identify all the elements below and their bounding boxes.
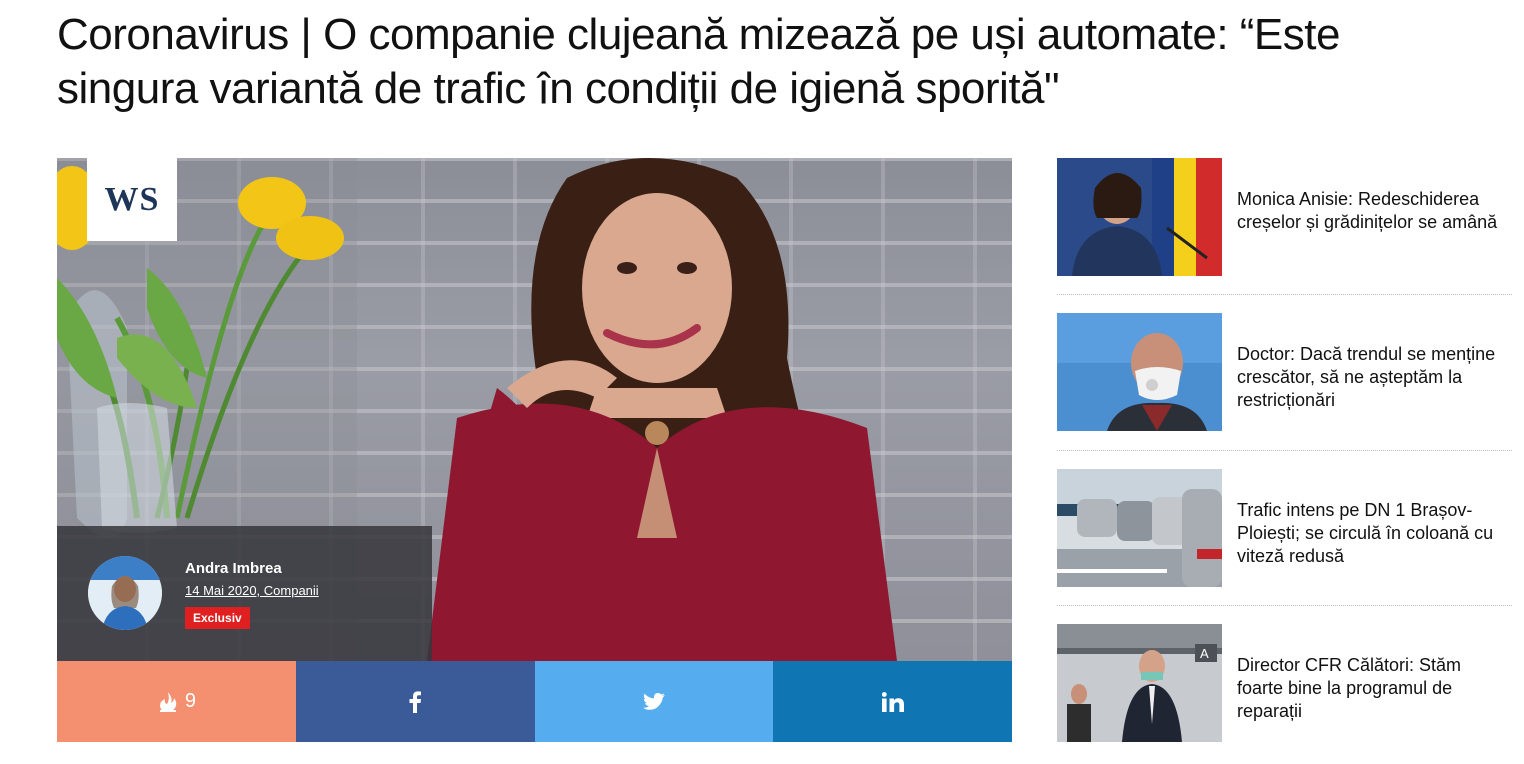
related-article[interactable]: Trafic intens pe DN 1 Brașov-Ploiești; s… <box>1057 469 1512 587</box>
related-article-thumbnail[interactable] <box>1057 469 1222 587</box>
facebook-icon <box>409 690 422 713</box>
linkedin-share-button[interactable] <box>773 661 1012 742</box>
related-article-title[interactable]: Director CFR Călători: Stăm foarte bine … <box>1237 654 1512 723</box>
twitter-icon <box>642 692 665 710</box>
flame-icon <box>159 691 177 712</box>
article-headline: Coronavirus | O companie clujeană mizeaz… <box>57 10 1340 113</box>
author-panel: Andra Imbrea 14 Mai 2020, Companii Exclu… <box>57 526 432 661</box>
facebook-share-button[interactable] <box>295 661 535 742</box>
linkedin-icon <box>881 691 904 712</box>
related-article-thumbnail[interactable] <box>1057 313 1222 431</box>
traffic-cars-image <box>1057 469 1222 587</box>
related-article[interactable]: A Director CFR Călători: Stăm foarte bin… <box>1057 624 1512 742</box>
divider <box>1057 605 1512 606</box>
portrait-photo <box>427 158 897 661</box>
exclusive-badge: Exclusiv <box>185 607 250 629</box>
divider <box>1057 294 1512 295</box>
masked-man-image <box>1057 313 1222 431</box>
article-date-category[interactable]: 14 Mai 2020, Companii <box>185 583 319 598</box>
share-bar: 9 <box>57 661 1012 742</box>
related-article-title[interactable]: Doctor: Dacă trendul se menține crescăto… <box>1237 343 1512 412</box>
ws-logo-text: WS <box>104 180 160 218</box>
twitter-share-button[interactable] <box>534 661 774 742</box>
press-conference-image <box>1057 158 1222 276</box>
reactions-button[interactable]: 9 <box>57 661 296 742</box>
related-article[interactable]: Monica Anisie: Redeschiderea creșelor și… <box>1057 158 1512 276</box>
related-article[interactable]: Doctor: Dacă trendul se menține crescăto… <box>1057 313 1512 431</box>
related-article-thumbnail[interactable]: A <box>1057 624 1222 742</box>
related-article-thumbnail[interactable] <box>1057 158 1222 276</box>
divider <box>1057 450 1512 451</box>
related-article-title[interactable]: Trafic intens pe DN 1 Brașov-Ploiești; s… <box>1237 499 1512 568</box>
ws-logo[interactable]: WS <box>87 158 177 241</box>
hero-image[interactable]: WS Andra Imbrea 14 Mai 2020, Companii Ex… <box>57 158 1012 661</box>
avatar-portrait-icon <box>88 556 162 630</box>
platform-sign-text: A <box>1200 646 1209 661</box>
reactions-count: 9 <box>184 690 196 712</box>
related-article-title[interactable]: Monica Anisie: Redeschiderea creșelor și… <box>1237 188 1512 234</box>
author-avatar[interactable] <box>88 556 162 630</box>
train-station-director-image: A <box>1057 624 1222 742</box>
author-name[interactable]: Andra Imbrea <box>185 560 282 577</box>
